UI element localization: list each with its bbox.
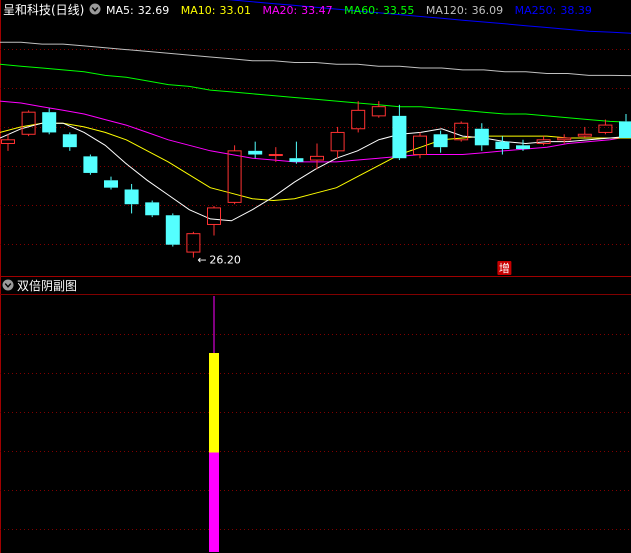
stock-chart: 呈和科技(日线) MA5: 32.69 MA10: 33.01 MA20: 33.47… [0, 0, 631, 553]
candle-body [433, 134, 448, 148]
sub-bar-upper [209, 353, 219, 453]
candle [289, 141, 304, 164]
candle [248, 141, 263, 159]
candle [433, 130, 448, 153]
ma60-label: MA60: [344, 4, 379, 17]
candle [351, 101, 366, 133]
sub-bar-lower [209, 452, 219, 552]
candle-body [516, 145, 530, 149]
low-price-value: 26.20 [209, 254, 241, 267]
candle-body [165, 215, 180, 245]
candlesticks [1, 101, 631, 258]
ma250-value: 38.39 [560, 4, 592, 17]
candle-body [392, 115, 407, 159]
candle [165, 213, 180, 247]
candle-body [619, 121, 631, 138]
candle-body [598, 124, 613, 133]
ma10-label: MA10: [181, 4, 216, 17]
candle-body [577, 133, 592, 137]
ma120-label: MA120: [426, 4, 468, 17]
main-collapse-icon[interactable] [89, 3, 101, 15]
candle-body [104, 180, 118, 188]
ma120-line [0, 41, 631, 77]
candle-body [289, 158, 304, 162]
ma20-label: MA20: [262, 4, 297, 17]
candle [83, 154, 98, 175]
candle [104, 176, 118, 190]
candle [577, 126, 592, 138]
candle-body [227, 150, 242, 203]
candle [62, 132, 77, 151]
low-price-annotation: ← 26.20 [197, 254, 241, 267]
candle-body [124, 189, 139, 205]
increase-badge[interactable]: 增 [497, 261, 512, 275]
candle-body [21, 111, 36, 135]
moving-average-lines [0, 0, 631, 222]
candle [619, 114, 631, 138]
candle-body [62, 134, 77, 148]
candle-body [310, 155, 324, 161]
candle-body [351, 109, 366, 130]
candle-body [330, 131, 345, 152]
ma10-value: 33.01 [219, 4, 251, 17]
candle [392, 104, 407, 161]
ma120-value: 36.09 [472, 4, 504, 17]
increase-badge-label: 增 [499, 261, 510, 275]
candle-body [186, 233, 201, 253]
candle-body [268, 154, 283, 157]
candle [21, 110, 36, 137]
candle [124, 183, 139, 214]
ma20-line [0, 100, 631, 163]
ma5-value: 32.69 [138, 4, 170, 17]
ma20-value: 33.47 [301, 4, 333, 17]
candle-body [495, 141, 510, 149]
candle-body [145, 202, 160, 216]
ma250-label: MA250: [515, 4, 557, 17]
low-price-arrow-icon: ← [197, 254, 206, 267]
candle [330, 126, 345, 159]
candle [310, 143, 324, 170]
candle [536, 136, 551, 146]
candle [207, 206, 221, 236]
candle-body [42, 112, 57, 133]
sub-grid [0, 334, 631, 530]
candle-body [1, 139, 15, 144]
sub-collapse-icon[interactable] [2, 279, 14, 291]
stock-title: 呈和科技(日线) [3, 3, 84, 17]
candle [145, 200, 160, 218]
candle-body [557, 137, 572, 141]
candle-body [371, 106, 386, 117]
candle [42, 108, 57, 135]
candle [371, 101, 386, 118]
candle-body [83, 156, 98, 173]
ma60-value: 33.55 [383, 4, 415, 17]
ma-legend: MA5: 32.69 MA10: 33.01 MA20: 33.47 MA60: 33.… [106, 4, 592, 17]
ma5-label: MA5: [106, 4, 134, 17]
main-grid [0, 49, 631, 245]
candle-body [207, 207, 221, 225]
candle-body [248, 150, 263, 155]
sub-chart-title: 双倍阴副图 [17, 278, 77, 293]
sub-chart-bars [209, 296, 219, 552]
candle-body [474, 128, 489, 146]
